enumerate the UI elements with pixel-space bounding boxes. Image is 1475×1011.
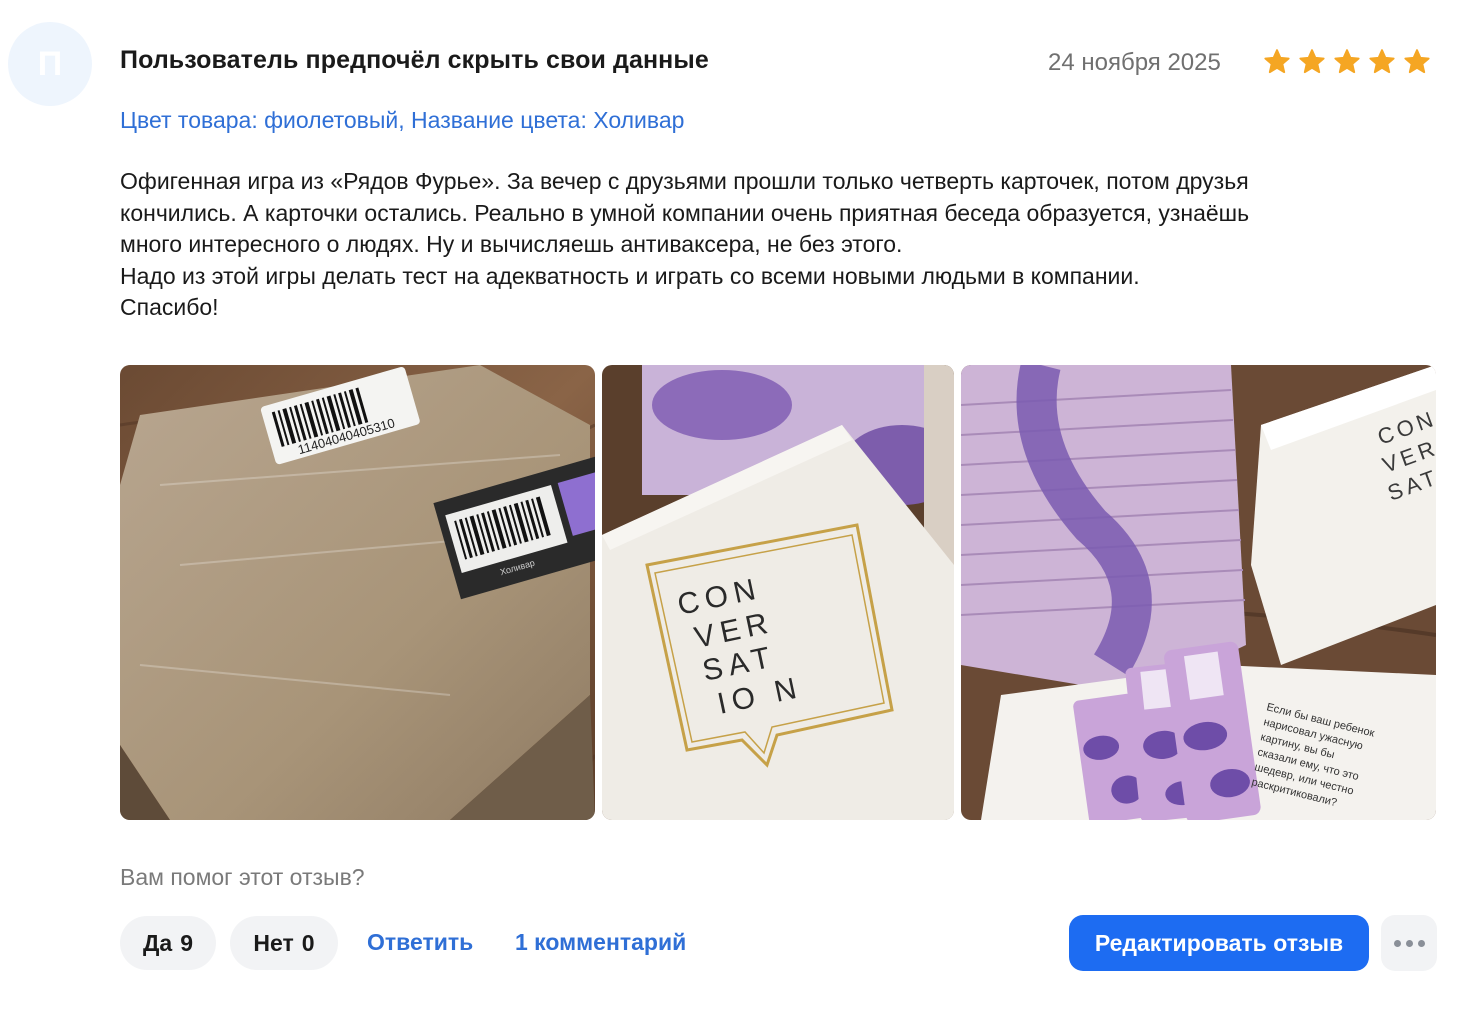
more-options-button[interactable] bbox=[1381, 915, 1437, 971]
author-name: Пользователь предпочёл скрыть свои данны… bbox=[120, 46, 709, 74]
review-text-line: кончились. А карточки остались. Реально … bbox=[120, 199, 1250, 226]
star-icon bbox=[1404, 49, 1430, 74]
star-icon bbox=[1369, 49, 1395, 74]
review-date: 24 ноября 2025 bbox=[1048, 49, 1221, 76]
product-variant-link[interactable]: Цвет товара: фиолетовый, Название цвета:… bbox=[120, 107, 684, 134]
review-text-line: Спасибо! bbox=[120, 294, 219, 320]
review-text-line: Надо из этой игры делать тест на адекват… bbox=[120, 262, 1140, 289]
review-photo-cards[interactable]: CON VER SAT Если бы ваш ребенок нарисова… bbox=[961, 365, 1436, 820]
avatar: П bbox=[8, 22, 92, 106]
review-text-line: Офигенная игра из «Рядов Фурье». За вече… bbox=[120, 168, 1249, 194]
review-text: Офигенная игра из «Рядов Фурье». За вече… bbox=[120, 166, 1410, 324]
comments-link[interactable]: 1 комментарий bbox=[515, 929, 686, 956]
star-icon bbox=[1299, 49, 1325, 74]
helpful-yes-count: 9 bbox=[180, 929, 193, 956]
helpful-no-label: Нет bbox=[253, 929, 294, 956]
review-photo-box[interactable]: CON VER SAT IO N bbox=[602, 365, 954, 820]
star-icon bbox=[1264, 49, 1290, 74]
helpful-question: Вам помог этот отзыв? bbox=[120, 864, 365, 890]
helpful-no-count: 0 bbox=[301, 929, 315, 956]
edit-review-button[interactable]: Редактировать отзыв bbox=[1069, 915, 1369, 971]
star-icon bbox=[1334, 49, 1360, 74]
reply-link[interactable]: Ответить bbox=[367, 929, 473, 956]
helpful-no-button[interactable]: Нет 0 bbox=[230, 916, 338, 970]
helpful-yes-label: Да bbox=[143, 929, 173, 956]
helpful-yes-button[interactable]: Да 9 bbox=[120, 916, 216, 970]
more-dots-icon bbox=[1393, 939, 1401, 947]
rating-stars bbox=[1263, 48, 1431, 76]
more-dots-icon bbox=[1405, 939, 1413, 947]
review-photo-package[interactable]: 11404040405310 Холивар bbox=[120, 365, 595, 820]
more-dots-icon bbox=[1417, 939, 1425, 947]
review-text-line: много интересного о людях. Ну и вычисляе… bbox=[120, 231, 903, 257]
